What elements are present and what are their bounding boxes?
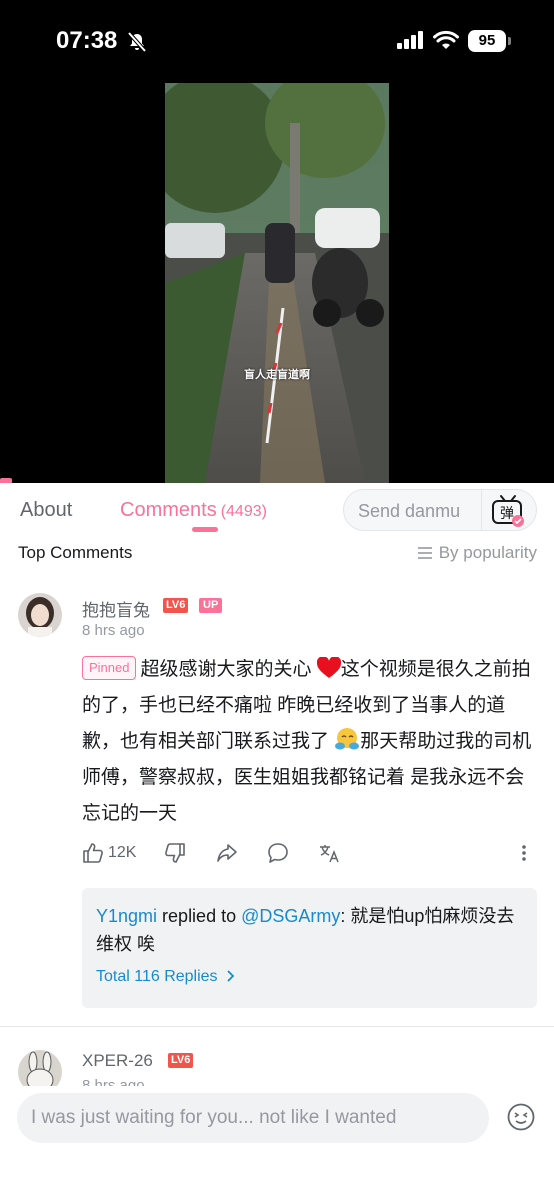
- status-bar: 07:38 95: [0, 0, 554, 80]
- chevron-right-icon: [227, 970, 235, 982]
- replies-preview[interactable]: Y1ngmi replied to @DSGArmy: 就是怕up怕麻烦没去维权…: [82, 888, 537, 1008]
- comment-input-bar: I was just waiting for you... not like I…: [0, 1086, 554, 1200]
- hugging-face-emoji-icon: [335, 728, 360, 750]
- level-badge: LV6: [168, 1053, 194, 1068]
- danmu-toggle-icon[interactable]: 弹: [490, 494, 526, 528]
- comment-divider: [0, 1026, 554, 1027]
- battery-indicator: 95: [468, 30, 511, 52]
- red-heart-emoji-icon: [316, 657, 341, 678]
- bell-off-icon: [127, 31, 147, 53]
- top-comments-title: Top Comments: [18, 543, 133, 562]
- comment-time: 8 hrs ago: [82, 622, 145, 639]
- video-thumbnail: [165, 83, 389, 483]
- reply-mention[interactable]: @DSGArmy: [241, 906, 340, 926]
- avatar[interactable]: [18, 593, 62, 637]
- battery-level: 95: [468, 30, 506, 52]
- uploader-badge: UP: [199, 598, 223, 613]
- comment-actions: 12K: [82, 842, 538, 870]
- danmu-input[interactable]: Send danmu 弹: [343, 489, 537, 531]
- total-replies-link[interactable]: Total 116 Replies: [96, 968, 236, 986]
- comment-username[interactable]: XPER-26: [82, 1051, 153, 1071]
- thumbs-up-icon: [83, 843, 103, 863]
- danmu-divider: [481, 490, 482, 530]
- like-button[interactable]: 12K: [82, 842, 136, 864]
- dislike-button[interactable]: [164, 842, 186, 864]
- status-time: 07:38: [56, 27, 118, 54]
- reply-action: replied to: [162, 906, 237, 926]
- thumbs-down-icon: [165, 843, 185, 863]
- video-subtitle: 盲人走盲道啊: [244, 369, 310, 381]
- tab-comments-count: (4493): [220, 503, 267, 520]
- comment-username[interactable]: 抱抱盲兔: [82, 596, 150, 621]
- comment-bubble-icon: [268, 843, 288, 863]
- reply-button[interactable]: [267, 842, 289, 864]
- reply-username[interactable]: Y1ngmi: [96, 906, 157, 926]
- sort-label: By popularity: [438, 543, 537, 562]
- comments-header: Top Comments By popularity: [0, 537, 554, 571]
- list-icon: [417, 547, 432, 559]
- level-badge: LV6: [163, 598, 189, 613]
- pinned-label: Pinned: [82, 656, 137, 680]
- share-button[interactable]: [216, 842, 238, 864]
- share-icon: [217, 844, 237, 862]
- comment-input[interactable]: I was just waiting for you... not like I…: [17, 1093, 489, 1143]
- translate-icon: [320, 845, 339, 863]
- danmu-placeholder: Send danmu: [358, 501, 461, 521]
- sort-button[interactable]: By popularity: [417, 543, 537, 563]
- battery-cap: [508, 37, 511, 45]
- user-avatar-image: [18, 593, 62, 637]
- video-frame[interactable]: 盲人走盲道啊: [165, 83, 389, 483]
- comment-text[interactable]: Pinned 超级感谢大家的关心 这个视频是很久之前拍的了，手也已经不痛啦 昨晚已…: [82, 652, 532, 832]
- comment-input-placeholder: I was just waiting for you... not like I…: [31, 1107, 397, 1128]
- cellular-signal-icon: [397, 31, 423, 49]
- more-vertical-icon: [522, 845, 526, 861]
- total-replies-label: Total 116 Replies: [96, 968, 218, 985]
- tab-comments[interactable]: Comments (4493): [120, 499, 267, 522]
- emoji-picker-icon[interactable]: [506, 1102, 536, 1132]
- active-tab-indicator: [192, 527, 218, 532]
- tab-comments-label: Comments: [120, 499, 217, 521]
- comment-text-part1: 超级感谢大家的关心: [140, 659, 312, 680]
- tab-bar: About Comments (4493) Send danmu 弹: [0, 483, 554, 537]
- wifi-icon: [433, 30, 459, 49]
- tab-about[interactable]: About: [20, 499, 72, 522]
- more-options-button[interactable]: [518, 842, 530, 864]
- translate-button[interactable]: [318, 842, 340, 864]
- reply-preview-text: Y1ngmi replied to @DSGArmy: 就是怕up怕麻烦没去维权…: [96, 902, 526, 958]
- danmu-icon-label: 弹: [500, 506, 514, 522]
- like-count: 12K: [108, 844, 137, 861]
